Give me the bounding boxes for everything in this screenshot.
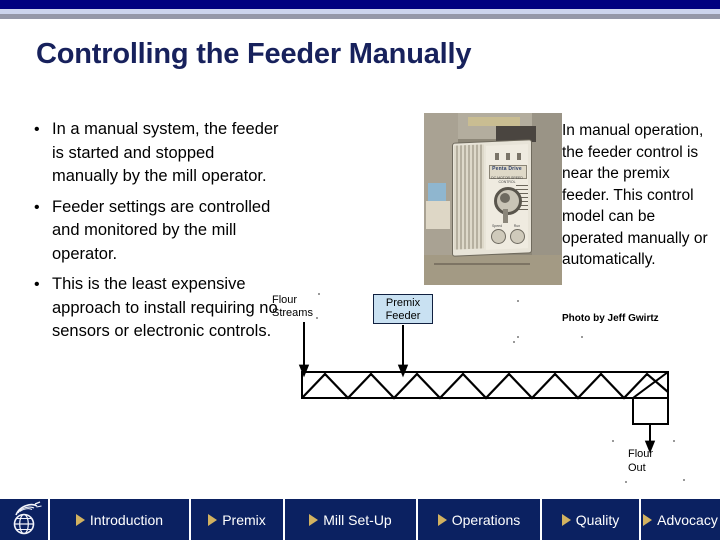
scan-speckle — [513, 341, 515, 343]
scan-speckle — [517, 336, 519, 338]
nav-tab-introduction[interactable]: Introduction — [50, 499, 189, 540]
header-accent-bar-gray — [0, 14, 720, 19]
photo-carton — [424, 255, 562, 285]
label-flour-streams-line2: Streams — [272, 307, 313, 319]
bullet-text: In a manual system, the feeder is starte… — [52, 120, 279, 185]
photo-dial-stem — [503, 209, 508, 223]
nav-tab-label: Premix — [222, 511, 266, 528]
photo-pipe — [468, 117, 520, 126]
play-arrow-icon — [208, 513, 218, 526]
scan-speckle — [316, 317, 318, 319]
photo-knob-right — [510, 229, 525, 244]
play-arrow-icon — [437, 513, 447, 526]
nav-tab-quality[interactable]: Quality — [542, 499, 639, 540]
photo-heatsink-fins — [454, 144, 484, 250]
conveyor-flighting — [301, 372, 669, 400]
box-premix-feeder-line2: Feeder — [385, 310, 421, 322]
nav-tab-label: Advocacy — [657, 511, 718, 528]
bottom-navigation-bar: Introduction Premix Mill Set-Up Operatio… — [0, 499, 720, 540]
bullet-item: • This is the least expensive approach t… — [28, 273, 280, 344]
nav-tab-mill-set-up[interactable]: Mill Set-Up — [285, 499, 416, 540]
bullet-list: • In a manual system, the feeder is star… — [28, 118, 280, 351]
nav-tab-premix[interactable]: Premix — [191, 499, 283, 540]
play-arrow-icon — [309, 513, 319, 526]
scan-speckle — [625, 481, 627, 483]
box-premix-feeder-line1: Premix — [385, 297, 421, 309]
bullet-text: This is the least expensive approach to … — [52, 275, 278, 340]
label-flour-out-line1: Flour — [628, 448, 654, 460]
photo-placard — [426, 201, 450, 229]
label-flour-out: Flour Out — [628, 448, 682, 475]
organization-logo[interactable] — [0, 499, 48, 540]
photo-credit: Photo by Jeff Gwirtz — [562, 313, 659, 324]
nav-tab-advocacy[interactable]: Advocacy — [641, 499, 720, 540]
photo-brand-label: Penta Drive — [492, 166, 522, 172]
play-arrow-icon — [643, 513, 653, 526]
photo-knob-left — [491, 229, 506, 244]
nav-tab-operations[interactable]: Operations — [418, 499, 540, 540]
box-premix-feeder: Premix Feeder — [373, 294, 433, 324]
label-flour-out-line2: Out — [628, 461, 646, 474]
scan-speckle — [612, 440, 614, 442]
nav-tab-label: Quality — [575, 511, 620, 528]
bullet-item: • In a manual system, the feeder is star… — [28, 118, 280, 189]
bullet-marker-icon: • — [34, 198, 40, 216]
header-accent-bar-navy — [0, 0, 720, 9]
photo-indicator-leds — [492, 153, 524, 160]
scan-speckle — [683, 479, 685, 481]
play-arrow-icon — [561, 513, 571, 526]
scan-speckle — [673, 440, 675, 442]
bullet-marker-icon: • — [34, 121, 40, 138]
nav-tab-label: Introduction — [89, 511, 164, 528]
discharge-outlet — [632, 397, 669, 425]
photo-caption: In manual operation, the feeder control … — [562, 122, 708, 268]
photo-knob-label-right: Run — [513, 224, 521, 228]
bullet-item: • Feeder settings are controlled and mon… — [28, 196, 280, 267]
globe-logo-icon — [13, 501, 42, 535]
nav-tab-label: Operations — [451, 511, 521, 528]
page-title: Controlling the Feeder Manually — [36, 38, 472, 70]
scan-speckle — [581, 336, 583, 338]
discharge-diagonal — [632, 371, 669, 399]
photo-blue-tag — [428, 183, 446, 201]
play-arrow-icon — [75, 513, 85, 526]
conveyor-body — [301, 371, 669, 399]
bullet-text: Feeder settings are controlled and monit… — [52, 197, 271, 263]
scan-speckle — [517, 300, 519, 302]
feeder-control-photo: Penta Drive DC MOTOR SPEED CONTROL Speed… — [424, 113, 562, 285]
photo-brand-subtitle: DC MOTOR SPEED CONTROL — [491, 176, 523, 184]
scan-speckle — [318, 293, 320, 295]
photo-knob-label-left: Speed — [491, 224, 503, 228]
label-flour-streams: Flour Streams — [272, 294, 332, 320]
photo-dial-hub — [500, 193, 510, 203]
nav-tab-label: Mill Set-Up — [323, 511, 392, 528]
bullet-marker-icon: • — [34, 276, 40, 293]
photo-carton-seam — [434, 263, 530, 265]
label-flour-streams-line1: Flour — [272, 294, 298, 306]
